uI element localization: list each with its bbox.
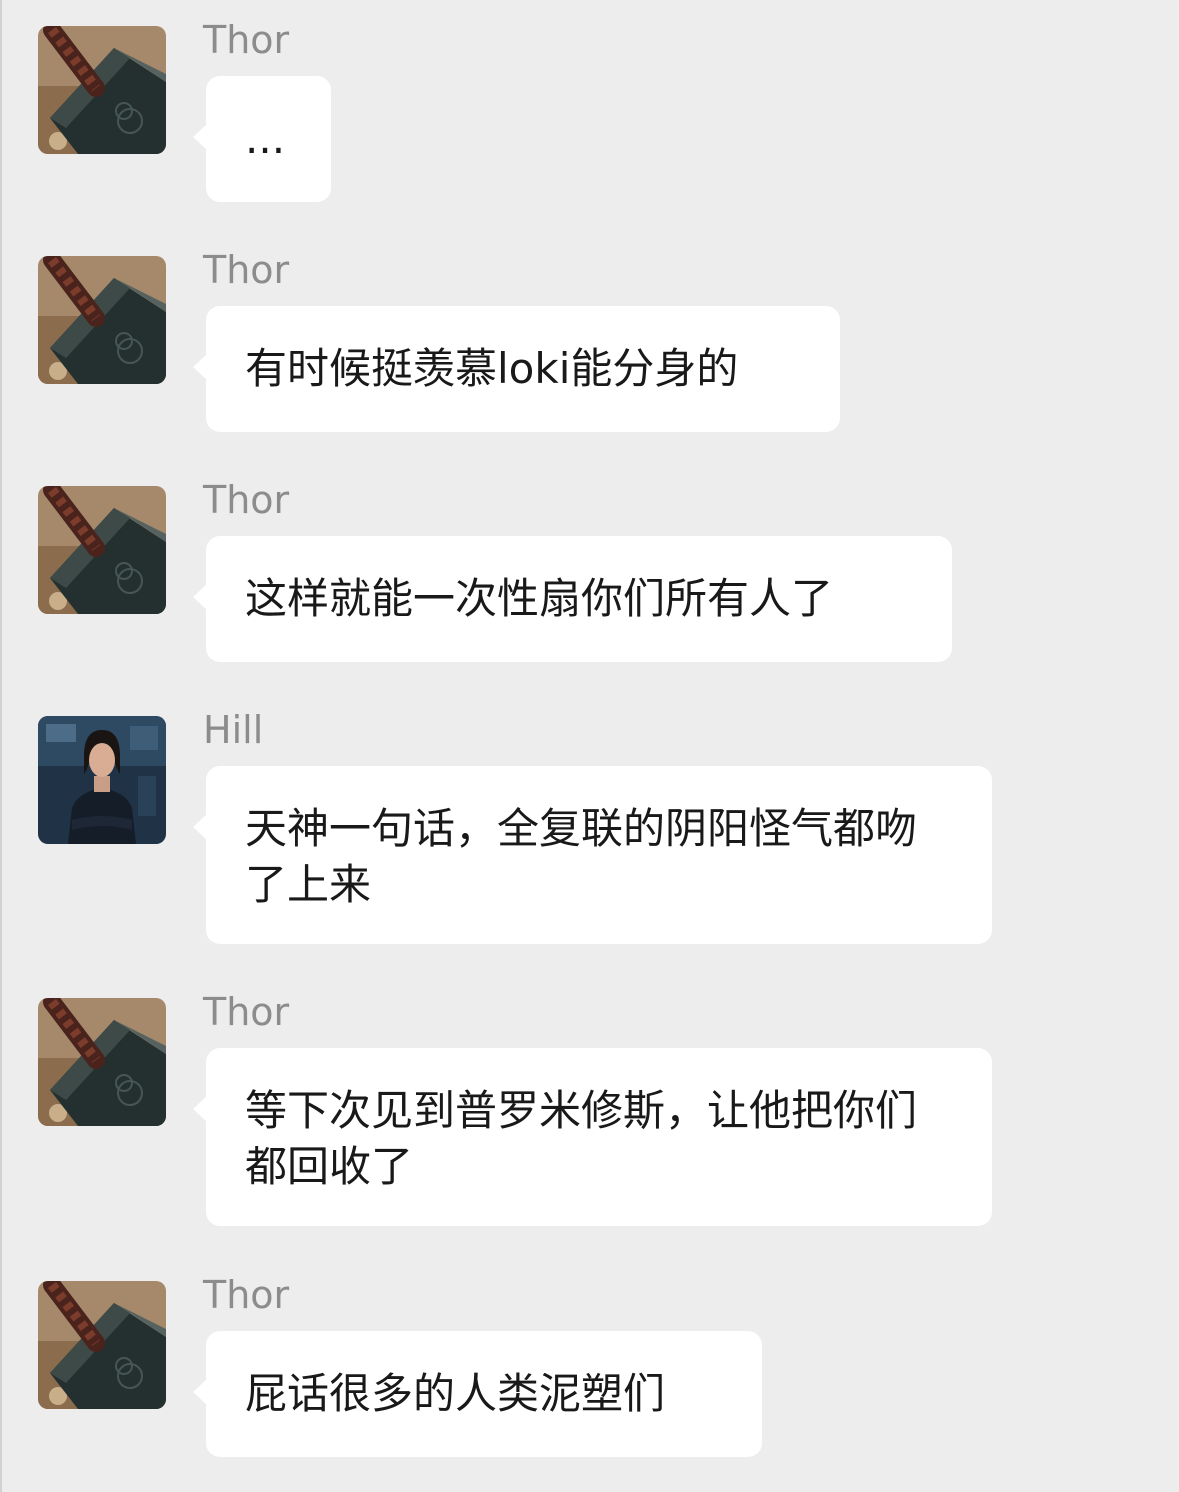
message-text: 有时候挺羡慕loki能分身的 (245, 344, 739, 393)
message-text: 这样就能一次性扇你们所有人了 (245, 574, 834, 623)
message-bubble[interactable]: ... (193, 76, 331, 202)
sender-name: Thor (203, 478, 290, 522)
sender-name: Hill (203, 708, 264, 752)
person-photo-icon (38, 716, 166, 844)
message-bubble[interactable]: 有时候挺羡慕loki能分身的 (193, 306, 840, 432)
message-text: ... (245, 114, 286, 163)
mjolnir-hammer-icon (38, 486, 166, 614)
message-text: 天神一句话，全复联的阴阳怪气都吻了上来 (245, 804, 918, 909)
sender-name: Thor (203, 990, 290, 1034)
sender-avatar[interactable] (38, 998, 166, 1126)
sender-avatar[interactable] (38, 716, 166, 844)
sender-avatar[interactable] (38, 26, 166, 154)
sender-avatar[interactable] (38, 256, 166, 384)
sender-name: Thor (203, 248, 290, 292)
message-bubble[interactable]: 天神一句话，全复联的阴阳怪气都吻了上来 (193, 766, 992, 944)
chat-message-list[interactable]: Thor ... Thor 有时候挺羡慕loki能分身的 Thor 这样就能一次… (0, 0, 1179, 1492)
sender-name: Thor (203, 1273, 290, 1317)
mjolnir-hammer-icon (38, 1281, 166, 1409)
mjolnir-hammer-icon (38, 26, 166, 154)
mjolnir-hammer-icon (38, 256, 166, 384)
sender-avatar[interactable] (38, 486, 166, 614)
message-bubble[interactable]: 等下次见到普罗米修斯，让他把你们都回收了 (193, 1048, 992, 1226)
message-bubble[interactable]: 屁话很多的人类泥塑们 (193, 1331, 762, 1457)
message-text: 屁话很多的人类泥塑们 (245, 1369, 666, 1418)
sender-avatar[interactable] (38, 1281, 166, 1409)
mjolnir-hammer-icon (38, 998, 166, 1126)
message-text: 等下次见到普罗米修斯，让他把你们都回收了 (245, 1086, 918, 1191)
sender-name: Thor (203, 18, 290, 62)
message-bubble[interactable]: 这样就能一次性扇你们所有人了 (193, 536, 952, 662)
